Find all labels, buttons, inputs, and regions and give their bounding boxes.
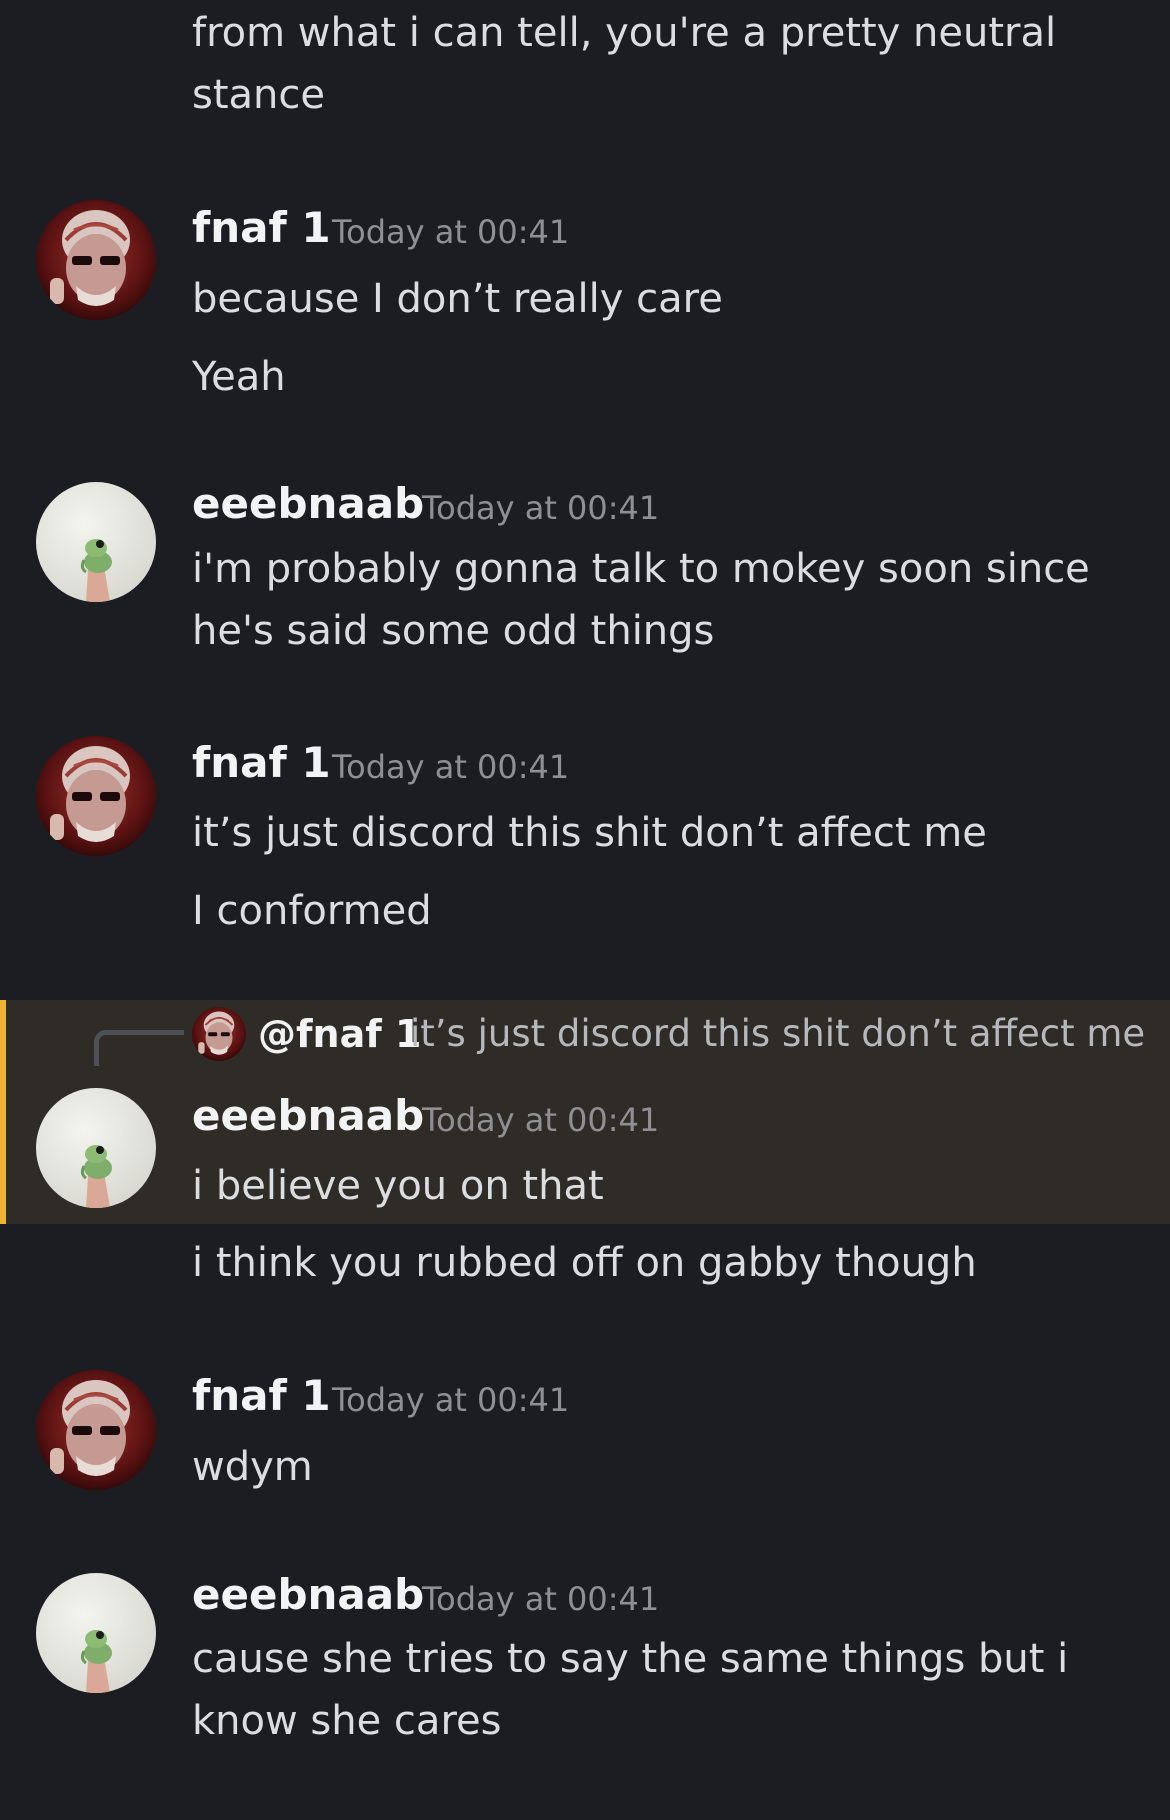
- user-avatar[interactable]: [36, 482, 156, 602]
- fnaf-avatar-icon: [36, 1370, 156, 1490]
- frog-avatar-icon: [36, 1088, 156, 1208]
- message-line: Yeah: [192, 354, 286, 400]
- user-avatar[interactable]: [36, 1088, 156, 1208]
- message-line: it’s just discord this shit don’t affect…: [192, 810, 987, 856]
- message-line: i think you rubbed off on gabby though: [192, 1240, 977, 1286]
- user-avatar[interactable]: [36, 736, 156, 856]
- timestamp: Today at 00:41: [422, 489, 660, 527]
- user-avatar[interactable]: [36, 200, 156, 320]
- message-line: i believe you on that: [192, 1163, 604, 1209]
- message-line: i'm probably gonna talk to mokey soon si…: [192, 546, 1090, 654]
- reply-preview[interactable]: it’s just discord this shit don’t affect…: [410, 1009, 1145, 1059]
- frog-avatar-icon: [36, 482, 156, 602]
- username[interactable]: fnaf 1: [192, 738, 331, 788]
- username[interactable]: eeebnaab: [192, 479, 424, 529]
- timestamp: Today at 00:41: [332, 748, 570, 786]
- timestamp: Today at 00:41: [332, 1381, 570, 1419]
- reply-connector: [94, 1030, 184, 1066]
- user-avatar[interactable]: [36, 1573, 156, 1693]
- message-line: I conformed: [192, 888, 432, 934]
- message-line: from what i can tell, you're a pretty ne…: [192, 10, 1057, 118]
- timestamp: Today at 00:41: [422, 1580, 660, 1618]
- mention-accent-bar: [0, 1000, 6, 1224]
- reply-avatar[interactable]: [192, 1007, 246, 1061]
- message-line: because I don’t really care: [192, 276, 723, 322]
- fnaf-avatar-icon: [192, 1007, 246, 1061]
- fnaf-avatar-icon: [36, 736, 156, 856]
- timestamp: Today at 00:41: [332, 213, 570, 251]
- message-line: wdym: [192, 1444, 313, 1490]
- frog-avatar-icon: [36, 1573, 156, 1693]
- username[interactable]: fnaf 1: [192, 203, 331, 253]
- reply-mention[interactable]: @fnaf 1: [258, 1009, 421, 1059]
- message-line: cause she tries to say the same things b…: [192, 1636, 1069, 1744]
- username[interactable]: eeebnaab: [192, 1091, 424, 1141]
- user-avatar[interactable]: [36, 1370, 156, 1490]
- username[interactable]: fnaf 1: [192, 1371, 331, 1421]
- fnaf-avatar-icon: [36, 200, 156, 320]
- username[interactable]: eeebnaab: [192, 1570, 424, 1620]
- timestamp: Today at 00:41: [422, 1101, 660, 1139]
